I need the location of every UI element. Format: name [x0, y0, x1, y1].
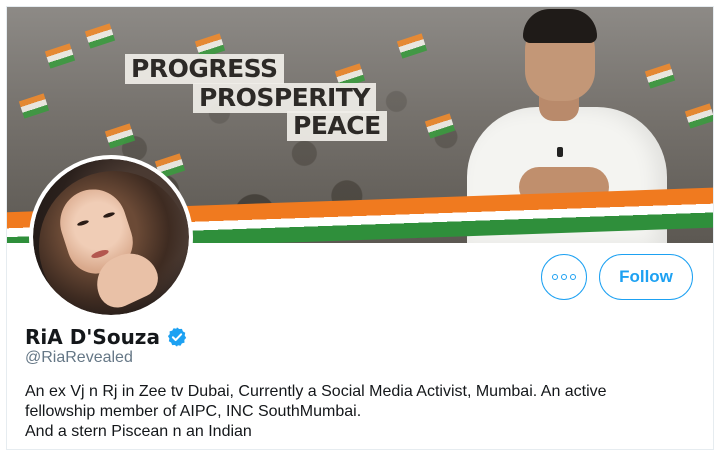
bio-line: An ex Vj n Rj in Zee tv Dubai, Currently…	[25, 383, 607, 400]
profile-name: RiA D'Souza	[25, 325, 160, 349]
profile-handle: @RiaRevealed	[25, 349, 133, 366]
follow-button[interactable]: Follow	[599, 254, 693, 300]
more-dots-icon	[552, 274, 576, 280]
bio-line: fellowship member of AIPC, INC SouthMumb…	[25, 403, 362, 420]
banner-slogan-peace: PEACE	[287, 111, 387, 141]
profile-bio: An ex Vj n Rj in Zee tv Dubai, Currently…	[25, 382, 705, 442]
banner-slogan-prosperity: PROSPERITY	[193, 83, 376, 113]
bio-line: And a stern Piscean n an Indian	[25, 423, 252, 440]
profile-name-row: RiA D'Souza	[25, 325, 188, 349]
banner-slogan-progress: PROGRESS	[125, 54, 284, 84]
verified-badge-icon	[167, 327, 187, 347]
profile-card: PROGRESS PROSPERITY PEACE Follow RiA D'S…	[6, 6, 714, 450]
avatar[interactable]	[29, 155, 193, 319]
more-options-button[interactable]	[541, 254, 587, 300]
